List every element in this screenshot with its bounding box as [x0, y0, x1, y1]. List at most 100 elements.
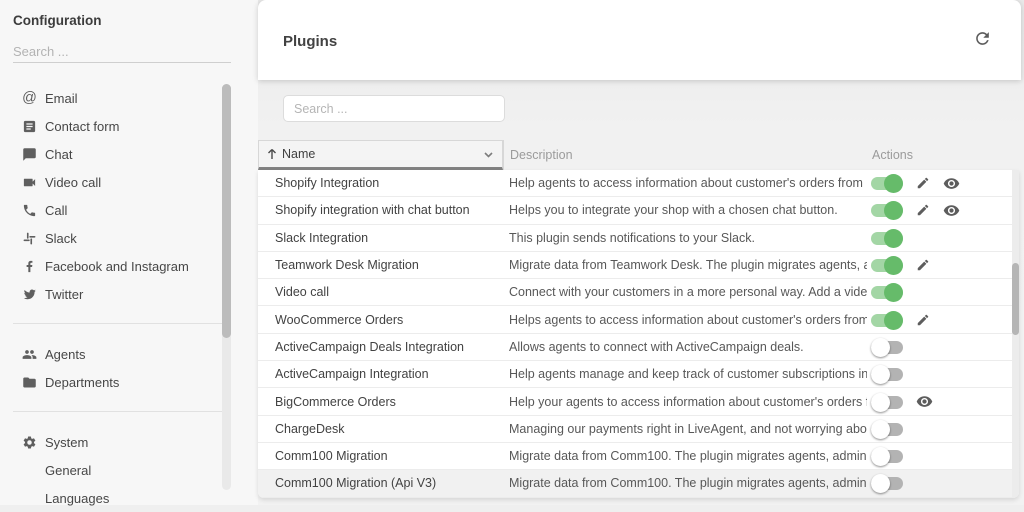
plugin-toggle[interactable] [871, 200, 903, 220]
toggle-knob [884, 311, 903, 330]
view-button[interactable] [916, 393, 933, 410]
toggle-knob [871, 420, 890, 439]
sidebar-item-languages[interactable]: Languages [0, 484, 222, 512]
table-row: Video callConnect with your customers in… [258, 279, 1019, 306]
sidebar-item-video-call[interactable]: Video call [0, 168, 222, 196]
chat-icon [22, 147, 37, 162]
sidebar-scrollbar-track[interactable] [222, 84, 231, 490]
plugin-name: Teamwork Desk Migration [258, 258, 503, 272]
table-row: WooCommerce OrdersHelps agents to access… [258, 306, 1019, 333]
plugin-toggle[interactable] [871, 364, 903, 384]
column-header-name[interactable]: Name [258, 140, 503, 170]
sidebar-item-label: Departments [45, 375, 119, 390]
slack-icon [22, 231, 37, 246]
edit-button[interactable] [916, 313, 930, 327]
edit-button[interactable] [916, 176, 930, 190]
sidebar-item-label: Slack [45, 231, 77, 246]
plugin-toggle[interactable] [871, 255, 903, 275]
plugin-name: Slack Integration [258, 231, 503, 245]
plugin-actions [867, 310, 1019, 330]
table-row: Slack IntegrationThis plugin sends notif… [258, 225, 1019, 252]
edit-button[interactable] [916, 203, 930, 217]
sidebar-item-general[interactable]: General [0, 456, 222, 484]
plugin-toggle[interactable] [871, 228, 903, 248]
plugin-actions [867, 200, 1019, 220]
plugin-description: Helps you to integrate your shop with a … [503, 203, 867, 217]
sidebar-item-label: System [45, 435, 88, 450]
refresh-button[interactable] [970, 28, 994, 52]
plugins-header-card: Plugins [258, 0, 1021, 80]
column-header-actions: Actions [867, 140, 1019, 170]
toggle-knob [871, 474, 890, 493]
sidebar-item-label: Chat [45, 147, 72, 162]
sidebar-item-label: Email [45, 91, 78, 106]
plugin-description: Managing our payments right in LiveAgent… [503, 422, 867, 436]
plugin-description: Help your agents to access information a… [503, 395, 867, 409]
plugin-toggle[interactable] [871, 337, 903, 357]
sidebar-item-label: General [45, 463, 91, 478]
plugin-description: Helps agents to access information about… [503, 313, 867, 327]
plugin-toggle[interactable] [871, 446, 903, 466]
video-call-icon [22, 175, 37, 190]
pencil-icon [916, 258, 930, 272]
plugin-actions [867, 473, 1019, 493]
departments-icon [22, 375, 37, 390]
view-button[interactable] [943, 202, 960, 219]
sidebar-title: Configuration [13, 13, 101, 28]
plugin-name: Shopify Integration [258, 176, 503, 190]
pencil-icon [916, 313, 930, 327]
eye-icon [916, 393, 933, 410]
sort-ascending-icon [267, 148, 277, 160]
sidebar-search-input[interactable] [13, 40, 231, 63]
sidebar-item-agents[interactable]: Agents [0, 340, 222, 368]
plugin-actions [867, 392, 1019, 412]
agents-icon [22, 347, 37, 362]
plugin-actions [867, 282, 1019, 302]
sidebar-scrollbar-thumb[interactable] [222, 84, 231, 338]
sidebar-item-facebook-and-instagram[interactable]: Facebook and Instagram [0, 252, 222, 280]
table-row: Comm100 Migration (Api V3)Migrate data f… [258, 470, 1019, 497]
sidebar-divider [13, 411, 222, 412]
plugins-table-body: Shopify IntegrationHelp agents to access… [258, 170, 1019, 498]
plugin-actions [867, 364, 1019, 384]
sidebar-item-slack[interactable]: Slack [0, 224, 222, 252]
toggle-knob [871, 365, 890, 384]
icon-spacer [22, 463, 37, 478]
sidebar-item-label: Languages [45, 491, 109, 506]
email-icon: @ [22, 91, 37, 106]
sidebar-item-email[interactable]: @ Email [0, 84, 222, 112]
plugins-search-input[interactable] [283, 95, 505, 122]
toggle-knob [884, 256, 903, 275]
edit-button[interactable] [916, 258, 930, 272]
plugin-toggle[interactable] [871, 473, 903, 493]
plugin-toggle[interactable] [871, 173, 903, 193]
sidebar-item-twitter[interactable]: Twitter [0, 280, 222, 308]
toggle-knob [871, 393, 890, 412]
sidebar-item-label: Twitter [45, 287, 83, 302]
facebook-icon [22, 259, 37, 274]
sidebar-item-label: Video call [45, 175, 101, 190]
sidebar-item-label: Call [45, 203, 67, 218]
table-row: Shopify integration with chat buttonHelp… [258, 197, 1019, 224]
sidebar-item-call[interactable]: Call [0, 196, 222, 224]
plugin-name: ActiveCampaign Integration [258, 367, 503, 381]
chevron-down-icon [484, 150, 493, 159]
sidebar-item-departments[interactable]: Departments [0, 368, 222, 396]
view-button[interactable] [943, 175, 960, 192]
table-scrollbar-track[interactable] [1012, 170, 1019, 498]
plugin-toggle[interactable] [871, 392, 903, 412]
plugin-name: Comm100 Migration [258, 449, 503, 463]
plugin-toggle[interactable] [871, 310, 903, 330]
sidebar-item-chat[interactable]: Chat [0, 140, 222, 168]
column-header-description: Description [503, 140, 867, 170]
sidebar-item-system[interactable]: System [0, 428, 222, 456]
pencil-icon [916, 203, 930, 217]
table-scrollbar-thumb[interactable] [1012, 263, 1019, 335]
call-icon [22, 203, 37, 218]
table-row: BigCommerce OrdersHelp your agents to ac… [258, 388, 1019, 415]
page-title: Plugins [283, 33, 337, 50]
eye-icon [943, 175, 960, 192]
plugin-toggle[interactable] [871, 282, 903, 302]
plugin-toggle[interactable] [871, 419, 903, 439]
sidebar-item-contact-form[interactable]: Contact form [0, 112, 222, 140]
